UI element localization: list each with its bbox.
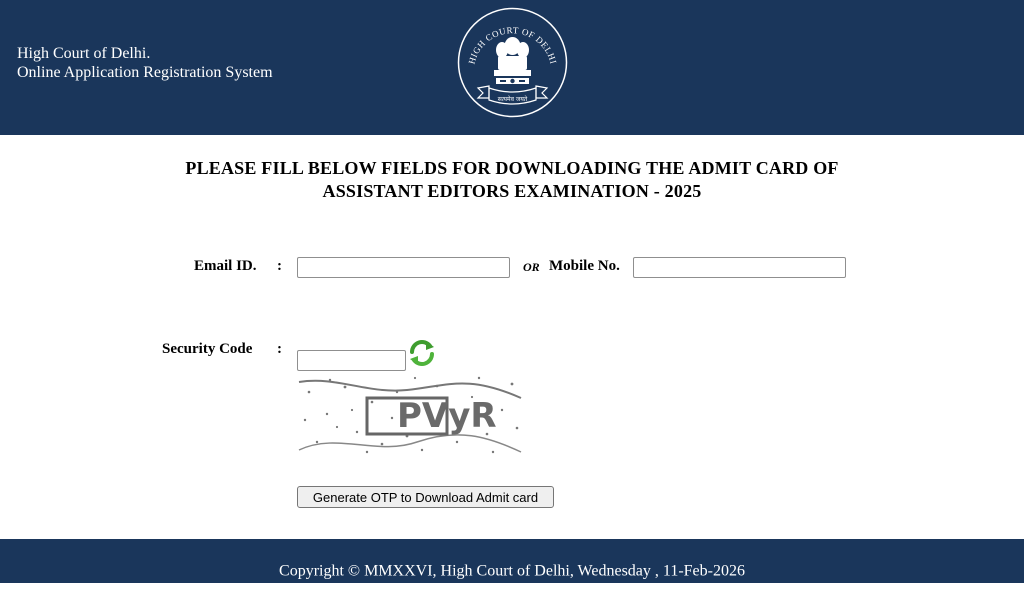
page-header: High Court of Delhi. Online Application … — [0, 0, 1024, 135]
refresh-icon[interactable] — [407, 338, 437, 368]
page-title: PLEASE FILL BELOW FIELDS FOR DOWNLOADING… — [0, 157, 1024, 203]
court-emblem-logo: HIGH COURT OF DELHI सत्यमेव जयते — [457, 7, 568, 118]
mobile-label: Mobile No. — [549, 258, 620, 274]
security-code-label: Security Code — [162, 341, 253, 357]
page-title-line2: ASSISTANT EDITORS EXAMINATION - 2025 — [322, 181, 702, 201]
mobile-field[interactable] — [633, 257, 846, 278]
email-field[interactable] — [297, 257, 510, 278]
captcha-image: PVyR — [297, 372, 523, 456]
email-colon: : — [277, 258, 282, 274]
or-separator: OR — [523, 260, 540, 274]
system-name: Online Application Registration System — [17, 64, 273, 81]
emblem-motto: सत्यमेव जयते — [498, 95, 528, 103]
security-code-colon: : — [277, 341, 282, 357]
copyright-text: Copyright © MMXXVI, High Court of Delhi,… — [279, 562, 745, 580]
captcha-text: PVyR — [397, 396, 497, 436]
page-footer: Copyright © MMXXVI, High Court of Delhi,… — [0, 539, 1024, 583]
email-label: Email ID. — [194, 258, 257, 274]
generate-otp-button[interactable]: Generate OTP to Download Admit card — [297, 486, 554, 508]
org-name: High Court of Delhi. — [17, 45, 151, 62]
page-title-line1: PLEASE FILL BELOW FIELDS FOR DOWNLOADING… — [185, 158, 839, 178]
security-code-input[interactable] — [297, 350, 406, 371]
